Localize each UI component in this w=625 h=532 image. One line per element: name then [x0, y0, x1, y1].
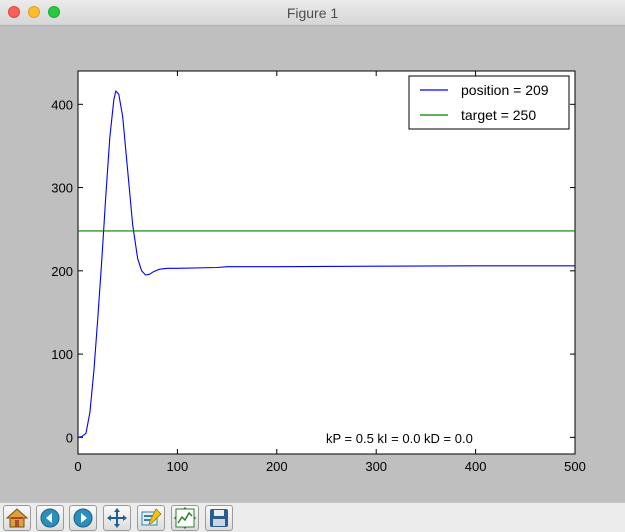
legend-label-target: target = 250 [461, 107, 536, 123]
legend-label-position: position = 209 [461, 82, 549, 98]
subplots-button[interactable] [171, 505, 199, 531]
y-tick-label: 100 [51, 347, 73, 362]
title-bar: Figure 1 [0, 0, 625, 26]
home-button[interactable] [3, 505, 31, 531]
arrow-left-icon [40, 508, 60, 528]
home-icon [6, 508, 28, 528]
x-tick-label: 100 [167, 459, 189, 474]
save-icon [209, 508, 229, 528]
navigation-toolbar [0, 502, 625, 532]
y-tick-label: 400 [51, 97, 73, 112]
arrow-right-icon [73, 508, 93, 528]
save-button[interactable] [205, 505, 233, 531]
y-tick-label: 0 [66, 430, 73, 445]
forward-button[interactable] [69, 505, 97, 531]
y-tick-label: 200 [51, 264, 73, 279]
x-tick-label: 400 [465, 459, 487, 474]
zoom-button[interactable] [137, 505, 165, 531]
window-title: Figure 1 [286, 5, 339, 21]
x-tick-label: 200 [266, 459, 288, 474]
x-tick-label: 0 [74, 459, 81, 474]
y-tick-label: 300 [51, 181, 73, 196]
chart-annotation: kP = 0.5 kI = 0.0 kD = 0.0 [326, 431, 473, 446]
x-tick-label: 500 [564, 459, 586, 474]
pan-button[interactable] [103, 505, 131, 531]
chart-legend: position = 209 target = 250 [408, 75, 570, 130]
move-icon [106, 507, 128, 529]
back-button[interactable] [36, 505, 64, 531]
x-tick-label: 300 [365, 459, 387, 474]
zoom-rect-icon [140, 508, 162, 528]
figure-canvas[interactable]: 0 100 200 300 400 500 0 100 200 300 400 kP = 0.5 k… [0, 26, 625, 502]
subplots-icon [174, 507, 196, 529]
line-chart: 0 100 200 300 400 500 0 100 200 300 400 kP = 0.5 k… [51, 70, 586, 474]
